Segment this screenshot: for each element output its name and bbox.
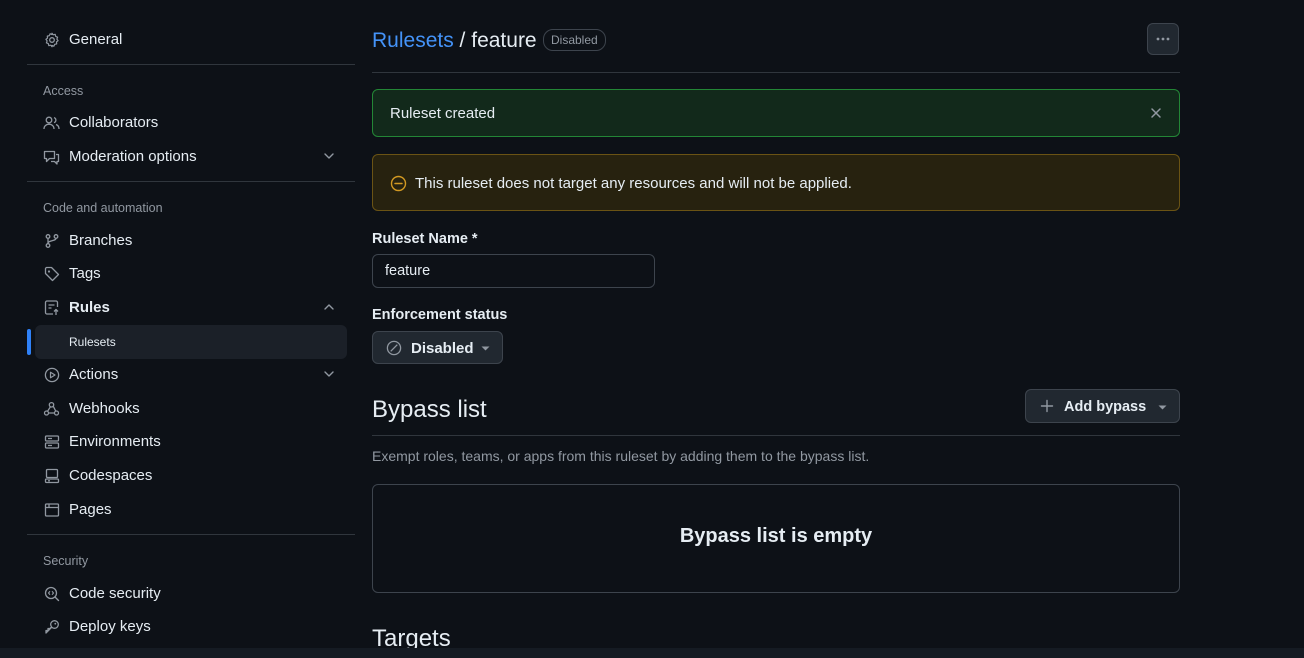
triangle-down-icon [481, 346, 490, 351]
flash-warning: This ruleset does not target any resourc… [372, 154, 1180, 211]
sidebar-item-label: Tags [69, 265, 101, 282]
add-bypass-button[interactable]: Add bypass [1025, 389, 1180, 423]
bypass-description: Exempt roles, teams, or apps from this r… [372, 448, 870, 464]
sidebar-item-pages[interactable]: Pages [27, 494, 347, 524]
server-icon [43, 433, 60, 450]
sidebar-item-label: Collaborators [69, 114, 159, 131]
header-divider [372, 72, 1180, 73]
enforcement-status-select[interactable]: Disabled [372, 331, 503, 364]
tag-icon [43, 265, 60, 282]
gear-icon [43, 31, 60, 48]
sidebar-item-label: General [69, 31, 123, 48]
sidebar-item-codespaces[interactable]: Codespaces [27, 460, 347, 490]
sidebar-item-label: Actions [69, 366, 119, 383]
chevron-up-icon [322, 300, 336, 314]
sidebar-item-label: Environments [69, 433, 161, 450]
bypass-empty-message: Bypass list is empty [679, 525, 873, 547]
codescan-icon [43, 585, 60, 602]
webhook-icon [43, 400, 60, 417]
circle-slash-icon [386, 340, 402, 356]
sidebar-item-label: Webhooks [69, 400, 140, 417]
flash-success-message: Ruleset created [390, 105, 496, 122]
settings-sidebar: General Access Collaborators Moderation … [27, 0, 355, 648]
triangle-down-icon [1158, 405, 1167, 410]
bottom-scroll-edge [0, 648, 1304, 658]
sidebar-item-webhooks[interactable]: Webhooks [27, 393, 347, 423]
rules-icon [43, 299, 60, 316]
flash-success: Ruleset created [372, 89, 1180, 137]
sidebar-item-moderation-options[interactable]: Moderation options [27, 141, 347, 171]
status-badge: Disabled [543, 29, 606, 51]
sidebar-item-label: Pages [69, 501, 112, 518]
report-icon [43, 148, 60, 165]
sidebar-item-collaborators[interactable]: Collaborators [27, 107, 347, 137]
sidebar-item-deploy-keys[interactable]: Deploy keys [27, 611, 347, 641]
sidebar-item-label: Rulesets [69, 335, 116, 349]
ruleset-main: Rulesets / feature Disabled Ruleset crea… [372, 0, 1180, 652]
flash-warning-message: This ruleset does not target any resourc… [415, 175, 852, 192]
chevron-down-icon [322, 149, 336, 163]
bypass-divider [372, 435, 1180, 436]
enforcement-status-value: Disabled [411, 340, 474, 357]
section-heading-security: Security [43, 554, 89, 568]
section-heading-access: Access [43, 84, 84, 98]
chevron-down-icon [322, 367, 336, 381]
close-icon[interactable] [1149, 106, 1163, 120]
breadcrumb-rulesets-link[interactable]: Rulesets [372, 29, 454, 52]
sidebar-divider [27, 64, 355, 65]
bypass-list-empty-state: Bypass list is empty [372, 484, 1180, 593]
sidebar-item-label: Branches [69, 232, 133, 249]
add-bypass-label: Add bypass [1064, 399, 1147, 415]
sidebar-item-environments[interactable]: Environments [27, 426, 347, 456]
sidebar-item-code-security[interactable]: Code security [27, 578, 347, 608]
enforcement-status-label: Enforcement status [372, 307, 508, 323]
play-icon [43, 366, 60, 383]
breadcrumb-separator: / [459, 29, 466, 52]
ruleset-name-heading: feature [471, 29, 537, 52]
sidebar-item-rules[interactable]: Rules [27, 292, 347, 322]
sidebar-item-general[interactable]: General [27, 24, 347, 54]
git-branch-icon [43, 232, 60, 249]
circle-slash-warning-icon [390, 175, 407, 192]
active-indicator [27, 329, 31, 355]
sidebar-item-label: Deploy keys [69, 618, 151, 635]
key-icon [43, 618, 60, 635]
sidebar-item-label: Rules [69, 299, 110, 316]
bypass-list-heading: Bypass list [372, 396, 487, 423]
sidebar-item-actions[interactable]: Actions [27, 359, 347, 389]
codespaces-icon [43, 467, 60, 484]
sidebar-item-label: Codespaces [69, 467, 153, 484]
section-heading-code-and-automation: Code and automation [43, 201, 163, 215]
ruleset-name-input[interactable] [372, 254, 655, 288]
sidebar-item-label: Moderation options [69, 148, 197, 165]
plus-icon [1040, 399, 1054, 413]
people-icon [43, 114, 60, 131]
more-options-button[interactable] [1147, 23, 1179, 55]
sidebar-item-tags[interactable]: Tags [27, 258, 347, 288]
ruleset-name-label: Ruleset Name * [372, 231, 478, 247]
sidebar-item-rulesets[interactable]: Rulesets [35, 325, 347, 359]
browser-icon [43, 501, 60, 518]
sidebar-divider [27, 534, 355, 535]
sidebar-item-label: Code security [69, 585, 161, 602]
page-title: Rulesets / feature [372, 28, 537, 54]
sidebar-item-branches[interactable]: Branches [27, 225, 347, 255]
sidebar-divider [27, 181, 355, 182]
kebab-horizontal-icon [1155, 37, 1171, 41]
